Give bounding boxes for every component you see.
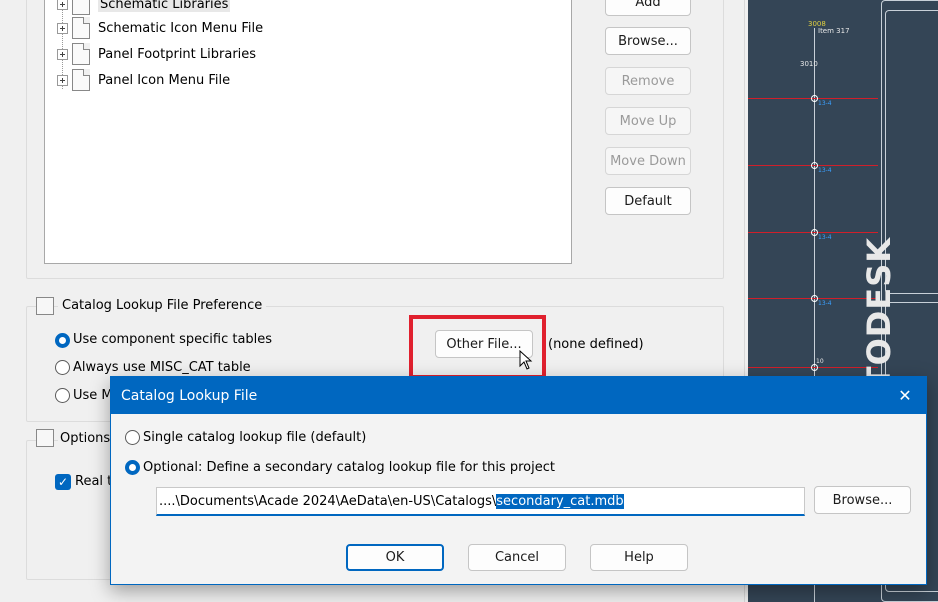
tree-expand-icon[interactable] — [57, 0, 68, 10]
optional-secondary-radio[interactable] — [125, 460, 140, 475]
cad-wire-tag: 13-4 — [818, 234, 832, 241]
cad-node — [811, 295, 818, 302]
tree-item-panel-icon-menu[interactable]: Panel Icon Menu File — [57, 69, 230, 91]
group-settings-icon — [36, 429, 54, 447]
cad-wire-tag: 13-4 — [818, 100, 832, 107]
close-icon[interactable]: ✕ — [893, 385, 917, 407]
cancel-button[interactable]: Cancel — [468, 544, 566, 571]
always-misc-cat-radio[interactable] — [55, 360, 70, 375]
real-time-checkbox[interactable]: ✓ — [55, 474, 71, 490]
options-title: Options — [58, 431, 113, 446]
cad-wire-tag: 13-4 — [818, 300, 832, 307]
group-settings-icon — [36, 297, 54, 315]
tree-item-schematic-libraries[interactable]: Schematic Libraries — [57, 0, 231, 15]
add-button[interactable]: Add — [605, 0, 691, 16]
tree-expand-icon[interactable] — [57, 74, 68, 86]
dialog-browse-button[interactable]: Browse... — [814, 486, 911, 514]
use-m-label[interactable]: Use M — [73, 388, 113, 403]
document-icon — [72, 17, 90, 39]
move-down-button[interactable]: Move Down — [605, 147, 691, 175]
catalog-path-prefix: ....\Documents\Acade 2024\AeData\en-US\C… — [159, 493, 497, 509]
remove-button[interactable]: Remove — [605, 67, 691, 95]
cad-node — [811, 162, 818, 169]
document-icon — [72, 69, 90, 91]
tree-expand-icon[interactable] — [57, 48, 68, 60]
dialog-title: Catalog Lookup File — [121, 387, 258, 404]
use-m-radio[interactable] — [55, 388, 70, 403]
cad-bottom-label: 10 — [816, 358, 824, 365]
single-catalog-radio[interactable] — [125, 430, 140, 445]
tree-expand-icon[interactable] — [57, 22, 68, 34]
ok-button[interactable]: OK — [346, 544, 444, 571]
tree-item-label: Panel Icon Menu File — [98, 72, 231, 88]
tree-item-schematic-icon-menu[interactable]: Schematic Icon Menu File — [57, 17, 263, 39]
tree-item-label: Schematic Icon Menu File — [98, 20, 264, 36]
cad-wire-tag: 13-4 — [818, 167, 832, 174]
tree-item-label: Panel Footprint Libraries — [98, 46, 257, 62]
other-file-status: (none defined) — [548, 337, 644, 352]
cad-node — [811, 229, 818, 236]
dialog-titlebar: Catalog Lookup File — [111, 377, 926, 414]
cad-node — [811, 95, 818, 102]
single-catalog-label[interactable]: Single catalog lookup file (default) — [143, 430, 366, 445]
always-misc-cat-label[interactable]: Always use MISC_CAT table — [73, 360, 251, 375]
optional-secondary-label[interactable]: Optional: Define a secondary catalog loo… — [143, 460, 555, 475]
catalog-pref-title: Catalog Lookup File Preference — [58, 298, 267, 313]
catalog-path-selected: secondary_cat.mdb — [496, 493, 624, 509]
cad-label-c: 3010 — [800, 60, 818, 68]
browse-library-button[interactable]: Browse... — [605, 27, 691, 55]
cad-top-label-b: Item 317 — [818, 27, 850, 35]
real-time-label[interactable]: Real t — [75, 474, 112, 489]
library-folder-icon — [72, 0, 90, 15]
move-up-button[interactable]: Move Up — [605, 107, 691, 135]
library-tree[interactable]: Schematic Libraries Schematic Icon Menu … — [44, 0, 572, 264]
catalog-lookup-dialog: Catalog Lookup File ✕ Single catalog loo… — [110, 376, 927, 585]
catalog-path-input[interactable]: ....\Documents\Acade 2024\AeData\en-US\C… — [156, 487, 805, 516]
use-component-tables-radio[interactable] — [55, 333, 70, 348]
help-button[interactable]: Help — [590, 544, 688, 571]
mouse-cursor-icon — [519, 350, 533, 370]
library-folder-icon — [72, 43, 90, 65]
tree-item-panel-footprint-libraries[interactable]: Panel Footprint Libraries — [57, 43, 256, 65]
cad-node — [811, 364, 818, 371]
use-component-tables-label[interactable]: Use component specific tables — [73, 332, 272, 347]
default-button[interactable]: Default — [605, 187, 691, 215]
tree-item-label: Schematic Libraries — [98, 0, 231, 12]
